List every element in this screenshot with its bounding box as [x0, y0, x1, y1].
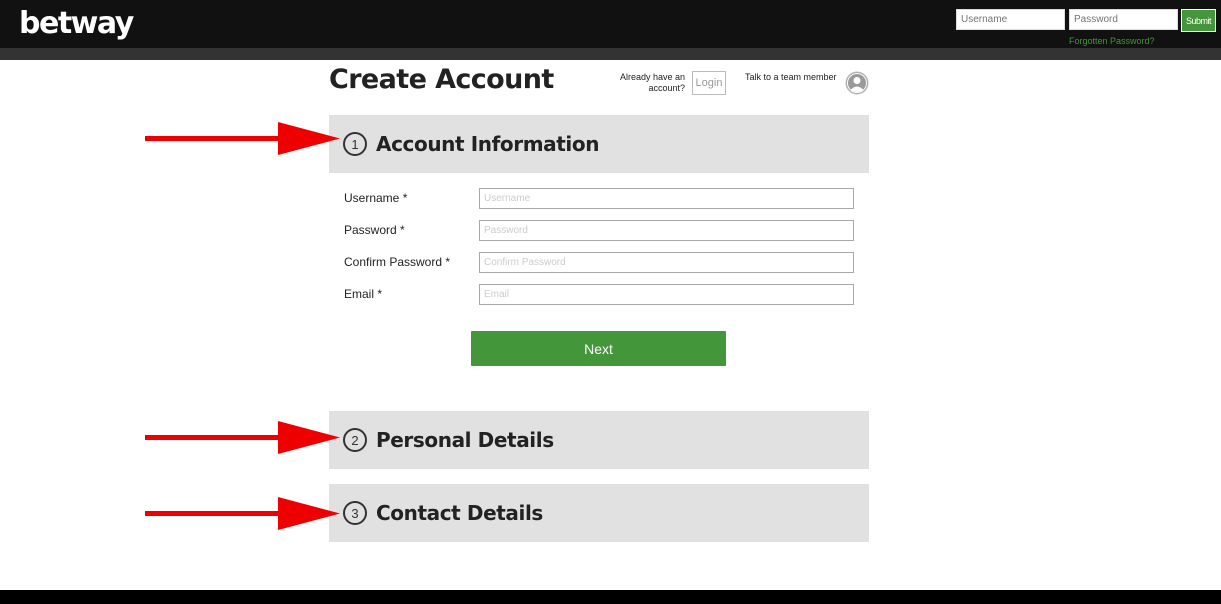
annotation-arrow-icon: [145, 122, 340, 155]
step-number-badge: 3: [343, 501, 367, 525]
username-label: Username *: [344, 191, 408, 205]
step-number-badge: 2: [343, 428, 367, 452]
email-row: Email *: [344, 284, 854, 306]
email-label: Email *: [344, 287, 383, 301]
password-row: Password *: [344, 220, 854, 242]
confirm-password-input[interactable]: [479, 252, 854, 273]
already-have-account-text: Already have an account?: [619, 72, 685, 93]
password-label: Password *: [344, 223, 405, 237]
password-input[interactable]: [479, 220, 854, 241]
section-title: Personal Details: [376, 428, 554, 452]
section-personal-details[interactable]: 2 Personal Details: [329, 411, 869, 469]
username-row: Username *: [344, 188, 854, 210]
support-agent-icon[interactable]: [845, 71, 869, 95]
header-password-input[interactable]: [1069, 9, 1178, 30]
email-input[interactable]: [479, 284, 854, 305]
username-input[interactable]: [479, 188, 854, 209]
annotation-arrow-icon: [145, 421, 340, 454]
confirm-password-label: Confirm Password *: [344, 255, 451, 269]
login-button[interactable]: Login: [692, 71, 726, 95]
sub-navigation-bar: [0, 48, 1221, 60]
section-contact-details[interactable]: 3 Contact Details: [329, 484, 869, 542]
next-button[interactable]: Next: [471, 331, 726, 366]
confirm-password-row: Confirm Password *: [344, 252, 854, 274]
step-number-badge: 1: [343, 132, 367, 156]
forgotten-password-link[interactable]: Forgotten Password?: [1069, 36, 1155, 46]
header-username-input[interactable]: [956, 9, 1065, 30]
section-title: Contact Details: [376, 501, 543, 525]
footer-bar: [0, 590, 1221, 604]
talk-to-team-member-link[interactable]: Talk to a team member: [745, 72, 837, 82]
section-account-information[interactable]: 1 Account Information: [329, 115, 869, 173]
page-title: Create Account: [329, 64, 554, 95]
annotation-arrow-icon: [145, 497, 340, 530]
header-submit-button[interactable]: Submit: [1181, 9, 1216, 32]
section-title: Account Information: [376, 132, 600, 156]
top-navigation-bar: betway Submit Forgotten Password?: [0, 0, 1221, 48]
form-bottom-divider: [329, 540, 869, 542]
betway-logo[interactable]: betway: [19, 6, 134, 41]
